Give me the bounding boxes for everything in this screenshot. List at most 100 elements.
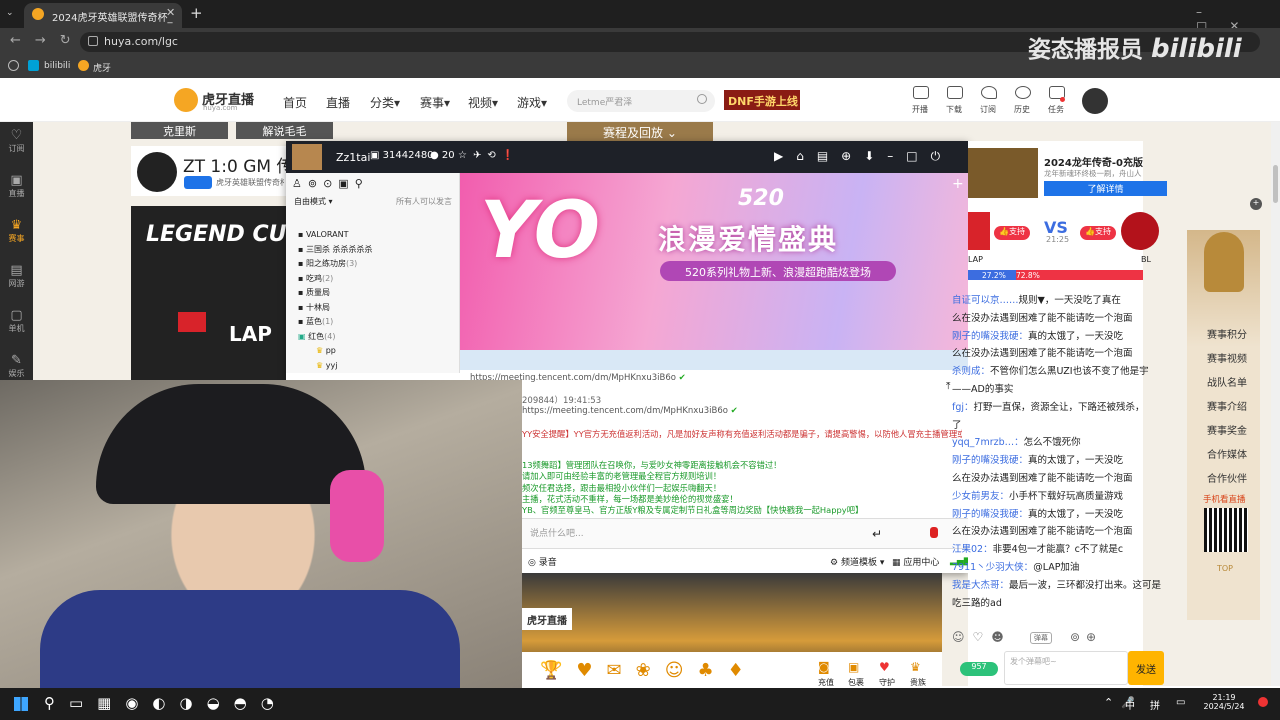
ad-title[interactable]: 2024龙年传奇-0充版 bbox=[1044, 154, 1143, 169]
danmu-user[interactable]: 自证可以京…… bbox=[952, 295, 1019, 306]
danmu-user[interactable]: 刚子的嘴没我硬： bbox=[952, 455, 1028, 466]
channel-item[interactable]: ▣ 红色(4) bbox=[298, 330, 373, 345]
support-right-button[interactable]: 👍支持 bbox=[1080, 226, 1116, 240]
channel-item[interactable]: ▪ 三国杀 杀杀杀杀杀 bbox=[298, 243, 373, 258]
nav-games[interactable]: 游戏▾ bbox=[517, 94, 547, 111]
channel-item[interactable]: ▪ 吃鸡(2) bbox=[298, 272, 373, 287]
channel-item[interactable]: ▪ 十林局 bbox=[298, 301, 373, 316]
sidebar-item-single[interactable]: ▢ 单机 bbox=[0, 308, 33, 334]
nav-live[interactable]: 直播 bbox=[326, 94, 350, 111]
heart-icon[interactable] bbox=[981, 86, 997, 99]
commentator-button-2[interactable]: 解说毛毛 bbox=[236, 122, 333, 139]
schedule-button[interactable]: 赛程及回放 ⌄ bbox=[567, 122, 713, 141]
scroll-up-icon[interactable]: ⤒ bbox=[946, 381, 950, 392]
sidebar-item-live[interactable]: ▣ 直播 bbox=[0, 173, 33, 199]
avatar[interactable] bbox=[1082, 88, 1108, 114]
gift-noble[interactable]: 贵族 bbox=[910, 677, 926, 688]
support-left-button[interactable]: 👍支持 bbox=[994, 226, 1030, 240]
channel-item[interactable]: ▪ 蓝色(1) bbox=[298, 315, 373, 330]
history-icon[interactable] bbox=[1015, 86, 1031, 99]
tool-task[interactable]: 任务 bbox=[1048, 104, 1064, 115]
danmu-user[interactable]: 江果02： bbox=[952, 544, 993, 555]
browser-tab[interactable]: 2024虎牙英雄联盟传奇杯_ bbox=[24, 3, 182, 28]
recharge-icon[interactable]: ◙ bbox=[818, 660, 830, 674]
title-action-icons[interactable]: ☆✈⟲❗ bbox=[458, 150, 520, 161]
channel-item[interactable]: ▪ 质量局 bbox=[298, 286, 373, 301]
page-scrollbar[interactable] bbox=[1271, 122, 1280, 686]
new-tab-icon[interactable]: + bbox=[190, 4, 203, 22]
page-scrollbar-thumb[interactable] bbox=[1273, 165, 1278, 203]
plus-icon[interactable]: + bbox=[1250, 198, 1262, 210]
sidebar-item-subscribe[interactable]: ♡ 订阅 bbox=[0, 128, 33, 154]
gift-package[interactable]: 包裹 bbox=[848, 677, 864, 688]
side-menu-roster[interactable]: 战队名单 bbox=[1207, 374, 1247, 389]
package-icon[interactable]: ▣ bbox=[848, 660, 859, 674]
tool-broadcast[interactable]: 开播 bbox=[912, 104, 928, 115]
gift-guard[interactable]: 守护 bbox=[879, 677, 895, 688]
search-icon[interactable] bbox=[697, 94, 707, 104]
chrome-icon[interactable] bbox=[8, 60, 19, 71]
nav-home[interactable]: 首页 bbox=[283, 94, 307, 111]
site-info-icon[interactable] bbox=[88, 36, 98, 46]
danmu-user[interactable]: yqq_7mrzb…： bbox=[952, 437, 1024, 448]
chat-input[interactable] bbox=[522, 518, 968, 548]
sidebar-item-events[interactable]: ♛ 赛事 bbox=[0, 218, 33, 244]
window-tool-icons[interactable]: ▶⌂▤⊕⬇–□⏻ bbox=[774, 149, 953, 164]
sidebar-item-ent[interactable]: ✎ 娱乐 bbox=[0, 353, 33, 379]
nav-video[interactable]: 视频▾ bbox=[468, 94, 498, 111]
nav-events[interactable]: 赛事▾ bbox=[420, 94, 450, 111]
danmu-user[interactable]: 7911丶少羽大侠： bbox=[952, 562, 1033, 573]
guard-icon[interactable]: ♥ bbox=[879, 660, 890, 674]
danmu-user[interactable]: fgj： bbox=[952, 402, 974, 413]
tool-history[interactable]: 历史 bbox=[1014, 104, 1030, 115]
download-icon[interactable] bbox=[947, 86, 963, 99]
danmu-user[interactable]: 刚子的嘴没我硬： bbox=[952, 331, 1028, 342]
send-button[interactable]: 发送 bbox=[1128, 651, 1164, 685]
enter-icon[interactable]: ↵ bbox=[872, 527, 882, 541]
tool-subscribe[interactable]: 订阅 bbox=[980, 104, 996, 115]
mode-select[interactable]: 自由模式 ▾ bbox=[294, 196, 333, 207]
template-button[interactable]: ⚙ 频道模板 ▾ bbox=[830, 555, 884, 568]
side-menu-media[interactable]: 合作媒体 bbox=[1207, 446, 1247, 461]
commentator-button-1[interactable]: 克里斯 bbox=[131, 122, 228, 139]
channel-item[interactable]: ▪ VALORANT bbox=[298, 228, 373, 243]
chat-tool-icons-2[interactable]: ⊚⊕ bbox=[1070, 630, 1102, 644]
record-button[interactable]: ◎ 录音 bbox=[528, 555, 557, 568]
danmu-user[interactable]: 杀则成： bbox=[952, 366, 990, 377]
ad-detail-button[interactable]: 了解详情 bbox=[1044, 181, 1167, 196]
bookmark-bilibili[interactable]: bilibili bbox=[44, 61, 70, 71]
gift-recharge[interactable]: 充值 bbox=[818, 677, 834, 688]
coin-balance[interactable]: 957 bbox=[960, 662, 998, 676]
danmu-user[interactable]: 我是大杰哥： bbox=[952, 580, 1009, 591]
tray-icons[interactable]: ⌃🎤 bbox=[1104, 696, 1143, 709]
member-item[interactable]: ♛ yyj bbox=[298, 359, 373, 374]
ime-mode[interactable]: 拼 bbox=[1150, 697, 1160, 712]
huya-logo-icon[interactable] bbox=[174, 88, 198, 112]
notification-badge[interactable] bbox=[1258, 697, 1268, 707]
start-icon[interactable] bbox=[14, 697, 28, 711]
side-menu-intro[interactable]: 赛事介绍 bbox=[1207, 398, 1247, 413]
chat-tool-icons[interactable]: ☺♡☻ bbox=[952, 630, 1012, 644]
tab-list-icon[interactable]: ⌄ bbox=[6, 8, 14, 18]
taskbar-app-icons[interactable]: ⚲▭▦◉◐◑◒◓◔ bbox=[44, 694, 288, 712]
nav-category[interactable]: 分类▾ bbox=[370, 94, 400, 111]
nav-arrows-icon[interactable]: ←→↻ bbox=[10, 33, 85, 48]
broadcast-icon[interactable] bbox=[913, 86, 929, 99]
chat-link-2[interactable]: https://meeting.tencent.com/dm/MpHKnxu3i… bbox=[522, 406, 738, 416]
side-menu-videos[interactable]: 赛事视频 bbox=[1207, 350, 1247, 365]
sidebar-item-online-games[interactable]: ▤ 网游 bbox=[0, 263, 33, 289]
back-to-top[interactable]: TOP bbox=[1211, 564, 1239, 576]
app-center-button[interactable]: ▦ 应用中心 bbox=[892, 555, 939, 568]
side-menu-prize[interactable]: 赛事奖金 bbox=[1207, 422, 1247, 437]
tool-download[interactable]: 下载 bbox=[946, 104, 962, 115]
member-item[interactable]: ♛ pp bbox=[298, 344, 373, 359]
clock[interactable]: 21:19 2024/5/24 bbox=[1194, 693, 1254, 711]
tree-toolbar-icons[interactable]: ♙⊚⊙▣⚲ bbox=[292, 177, 369, 190]
channel-item[interactable]: ▪ 阳之练功房(3) bbox=[298, 257, 373, 272]
side-menu-partners[interactable]: 合作伙伴 bbox=[1207, 470, 1247, 485]
bookmark-huya[interactable]: 虎牙 bbox=[93, 61, 111, 74]
network-icon[interactable]: ▭ bbox=[1176, 697, 1185, 708]
danmu-user[interactable]: 少女前男友： bbox=[952, 491, 1009, 502]
banner-add-icon[interactable]: + bbox=[952, 176, 964, 192]
noble-icon[interactable]: ♛ bbox=[910, 660, 921, 674]
